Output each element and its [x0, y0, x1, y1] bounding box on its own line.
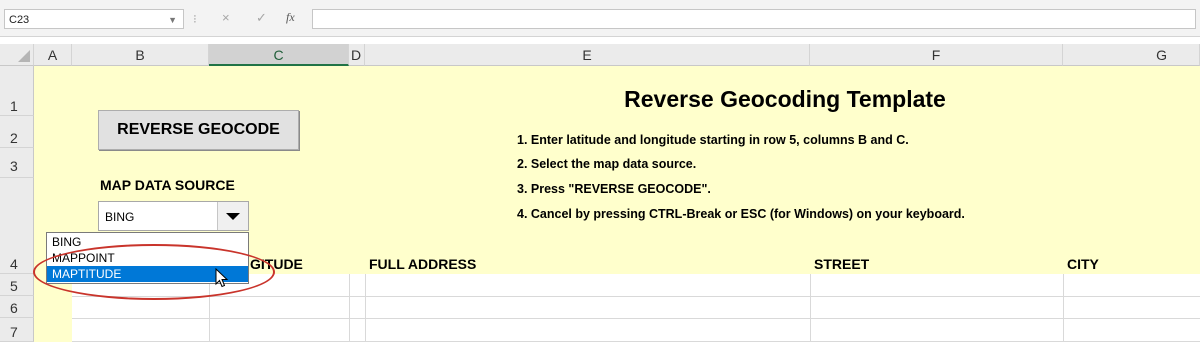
- column-header-a[interactable]: A: [34, 44, 72, 66]
- column-header-g[interactable]: G: [1063, 44, 1200, 66]
- fx-icon[interactable]: fx: [286, 10, 295, 25]
- map-data-source-combo[interactable]: BING: [98, 201, 249, 231]
- row-header-3[interactable]: 3: [0, 148, 34, 178]
- annotation-circle: [33, 244, 275, 300]
- row-header-2[interactable]: 2: [0, 116, 34, 148]
- column-header-b[interactable]: B: [72, 44, 209, 66]
- header-full-address: FULL ADDRESS: [369, 256, 477, 272]
- map-data-source-label: MAP DATA SOURCE: [100, 177, 235, 193]
- row-header-7[interactable]: 7: [0, 318, 34, 342]
- select-all-corner[interactable]: [0, 44, 34, 66]
- formula-bar: C23 ▼ ⁝ × ✓ fx: [0, 0, 1200, 37]
- column-header-c[interactable]: C: [209, 44, 349, 66]
- combo-value: BING: [105, 210, 135, 224]
- page-title: Reverse Geocoding Template: [624, 86, 946, 112]
- instruction-1: 1. Enter latitude and longitude starting…: [517, 133, 909, 147]
- row-header-1[interactable]: 1: [0, 66, 34, 116]
- grid-line: [1063, 274, 1064, 342]
- grid-line: [72, 318, 1200, 319]
- formula-bar-separator: ⁝: [193, 12, 197, 26]
- dropdown-arrow-icon[interactable]: [217, 202, 248, 230]
- reverse-geocode-button[interactable]: REVERSE GEOCODE: [98, 110, 299, 150]
- grid-line: [365, 274, 366, 342]
- cancel-icon[interactable]: ×: [222, 10, 230, 25]
- formula-input[interactable]: [312, 9, 1196, 29]
- column-header-f[interactable]: F: [810, 44, 1063, 66]
- header-street: STREET: [814, 256, 870, 272]
- instruction-4: 4. Cancel by pressing CTRL-Break or ESC …: [517, 207, 965, 221]
- name-box-value: C23: [9, 14, 30, 26]
- mouse-pointer-icon: [215, 268, 229, 288]
- name-box[interactable]: C23 ▼: [4, 9, 184, 29]
- column-header-d[interactable]: D: [349, 44, 365, 66]
- grid-line: [72, 296, 1200, 297]
- row-header-5[interactable]: 5: [0, 274, 34, 296]
- row-header-4[interactable]: 4: [0, 178, 34, 274]
- enter-icon[interactable]: ✓: [256, 10, 267, 26]
- row-header-6[interactable]: 6: [0, 296, 34, 318]
- column-header-e[interactable]: E: [365, 44, 810, 66]
- header-city: CITY: [1067, 256, 1099, 272]
- name-box-dropdown-icon[interactable]: ▼: [168, 10, 177, 30]
- grid-line: [349, 274, 350, 342]
- instruction-2: 2. Select the map data source.: [517, 157, 697, 171]
- grid-line: [810, 274, 811, 342]
- instruction-3: 3. Press "REVERSE GEOCODE".: [517, 182, 711, 196]
